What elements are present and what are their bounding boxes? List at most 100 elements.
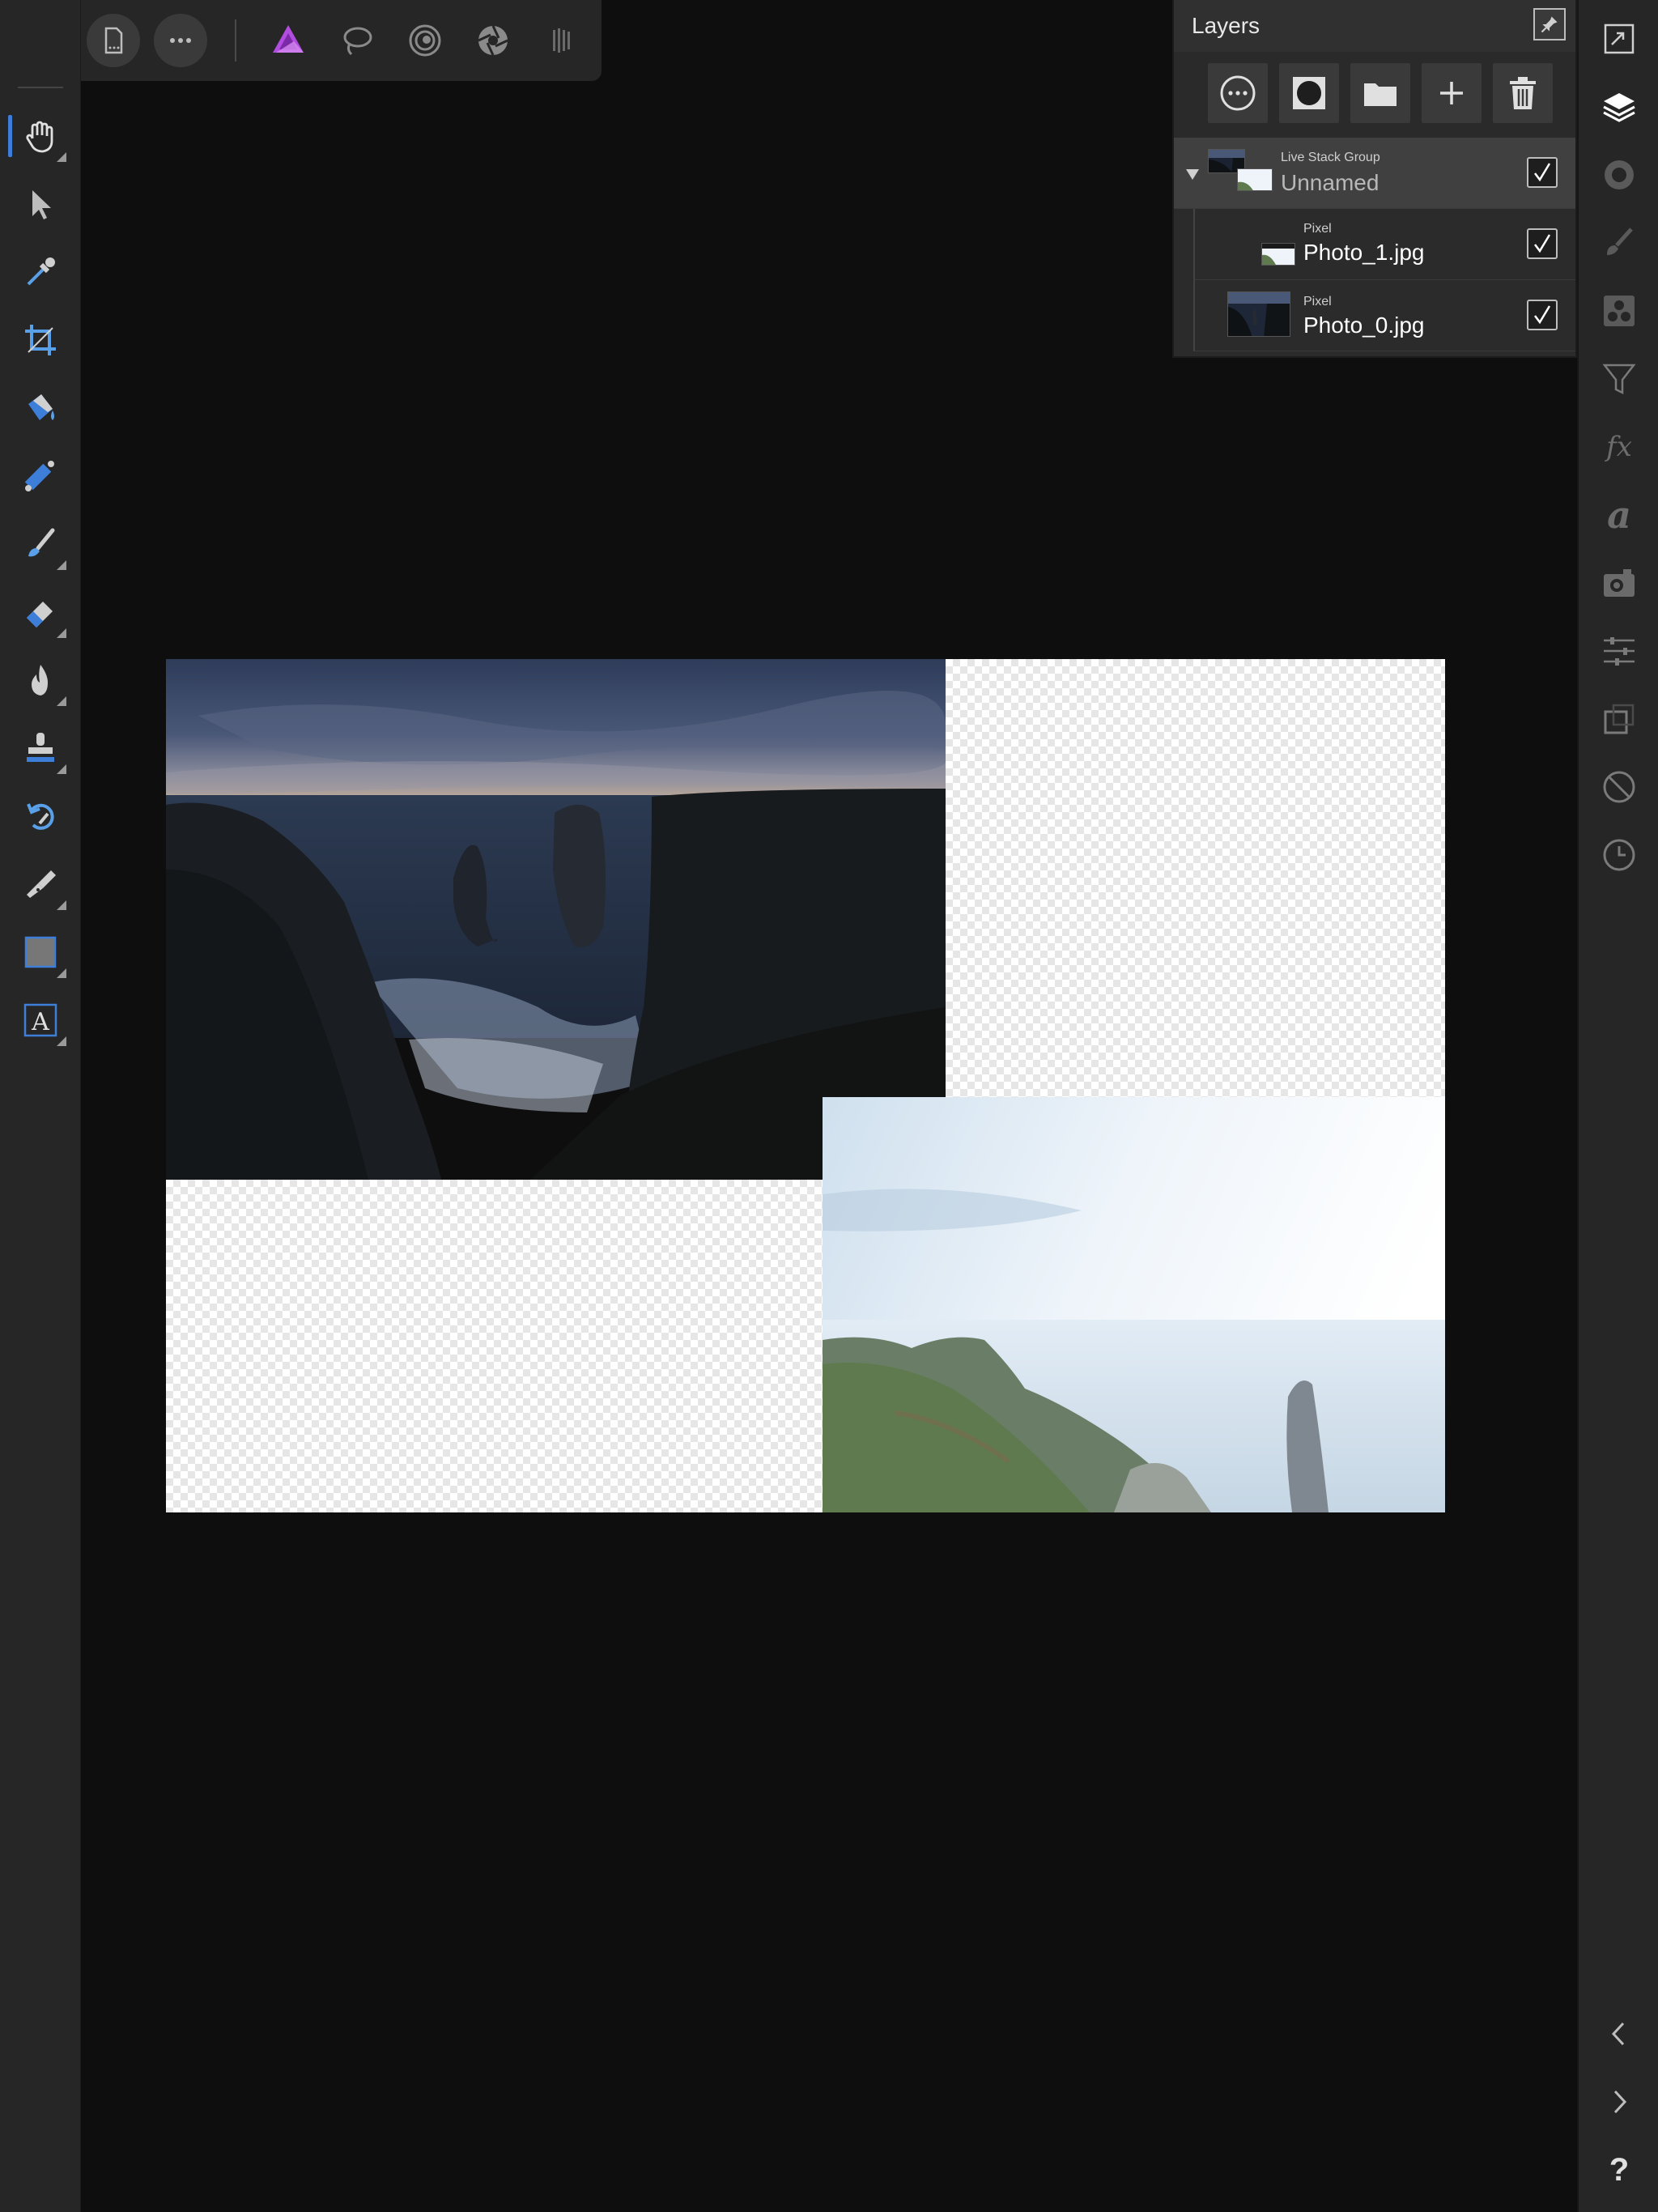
fx-icon: fx	[1606, 431, 1632, 463]
document-canvas[interactable]	[166, 659, 1445, 1512]
checkmark-icon	[1534, 163, 1551, 182]
burn-brush-tool[interactable]	[6, 648, 74, 713]
photo-1-image	[823, 1097, 1445, 1512]
tool-flyout-indicator	[57, 696, 66, 706]
pin-panel-button[interactable]	[1533, 8, 1566, 40]
context-toolbar	[0, 0, 602, 81]
layer-visibility-checkbox[interactable]	[1527, 157, 1558, 188]
photo-0-thumbnail	[1227, 291, 1290, 337]
move-tool[interactable]	[6, 172, 74, 236]
transform-studio-button[interactable]	[1590, 690, 1648, 748]
document-button[interactable]	[87, 14, 140, 67]
camera-icon	[1604, 569, 1635, 597]
layer-row-photo-1[interactable]: Pixel Photo_1.jpg	[1193, 209, 1575, 280]
prohibited-icon	[1603, 771, 1635, 803]
add-mask-button[interactable]	[1279, 63, 1339, 123]
layer-name-label: Photo_0.jpg	[1303, 313, 1425, 338]
colour-wheel-icon	[1605, 160, 1634, 189]
filters-studio-button[interactable]	[1590, 350, 1648, 408]
previous-button[interactable]	[1590, 2005, 1648, 2063]
layers-studio-button[interactable]	[1590, 78, 1648, 136]
pen-nib-icon	[27, 870, 56, 898]
channels-icon	[1604, 296, 1635, 326]
eraser-icon	[27, 602, 53, 627]
liquify-persona-button[interactable]	[328, 11, 386, 70]
channels-studio-button[interactable]	[1590, 282, 1648, 340]
block-studio-button[interactable]	[1590, 758, 1648, 816]
tool-flyout-indicator	[57, 900, 66, 910]
adjustments-studio-button[interactable]	[1590, 622, 1648, 680]
develop-persona-button[interactable]	[396, 11, 454, 70]
help-icon: ?	[1609, 2151, 1630, 2188]
text-frame-icon: A	[23, 1003, 57, 1037]
more-options-button[interactable]	[154, 14, 207, 67]
layer-visibility-checkbox[interactable]	[1527, 300, 1558, 330]
delete-layer-button[interactable]	[1493, 63, 1553, 123]
add-group-button[interactable]	[1350, 63, 1410, 123]
text-styles-studio-button[interactable]: a	[1590, 486, 1648, 544]
pen-tool[interactable]	[6, 852, 74, 917]
color-picker-tool[interactable]	[6, 240, 74, 304]
crop-tool[interactable]	[6, 308, 74, 372]
ellipsis-circle-icon	[1220, 75, 1256, 111]
svg-text:A: A	[31, 1008, 49, 1036]
tools-panel: A	[0, 0, 81, 2212]
studio-panel-bar: fx a ?	[1577, 0, 1658, 2212]
plus-icon	[1440, 82, 1463, 104]
undo-brush-icon	[27, 803, 54, 830]
pointer-arrow-icon	[32, 190, 51, 219]
tone-mapping-persona-button[interactable]	[464, 11, 522, 70]
view-tool[interactable]	[6, 104, 74, 168]
toolbar-separator	[235, 19, 236, 62]
navigator-studio-button[interactable]	[1590, 10, 1648, 68]
paint-brush-tool[interactable]	[6, 512, 74, 576]
colour-studio-button[interactable]	[1590, 146, 1648, 204]
layer-row-photo-0[interactable]: Pixel Photo_0.jpg	[1193, 280, 1575, 351]
pin-icon	[1541, 16, 1558, 33]
effects-studio-button[interactable]: fx	[1590, 418, 1648, 476]
flood-fill-tool[interactable]	[6, 376, 74, 440]
funnel-icon	[1602, 364, 1636, 395]
undo-brush-tool[interactable]	[6, 784, 74, 849]
tool-flyout-indicator	[57, 1036, 66, 1046]
layers-panel-title: Layers	[1192, 13, 1261, 38]
rectangle-icon	[24, 936, 57, 968]
tool-flyout-indicator	[57, 628, 66, 638]
aperture-icon	[478, 25, 508, 56]
layer-row-live-stack-group[interactable]: Live Stack Group Unnamed	[1174, 138, 1575, 209]
layer-type-label: Pixel	[1303, 295, 1332, 308]
hand-icon	[26, 121, 53, 153]
transparent-area-bottom-left	[166, 1180, 823, 1512]
next-button[interactable]	[1590, 2073, 1648, 2131]
chevron-left-icon	[1611, 2022, 1625, 2046]
shape-tool[interactable]	[6, 920, 74, 985]
export-slices-icon	[553, 28, 570, 53]
export-persona-button[interactable]	[532, 11, 590, 70]
eyedropper-icon	[27, 257, 55, 286]
layer-options-button[interactable]	[1208, 63, 1268, 123]
history-studio-button[interactable]	[1590, 826, 1648, 884]
layer-visibility-checkbox[interactable]	[1527, 228, 1558, 259]
sliders-icon	[1604, 637, 1635, 666]
stock-studio-button[interactable]	[1590, 554, 1648, 612]
checkmark-icon	[1534, 305, 1551, 325]
flame-icon	[32, 665, 48, 696]
brushes-studio-button[interactable]	[1590, 214, 1648, 272]
photo-persona-button[interactable]	[259, 11, 317, 70]
gradient-tool[interactable]	[6, 444, 74, 508]
layer-type-label: Live Stack Group	[1281, 151, 1380, 164]
layer-actions-bar	[1174, 52, 1575, 138]
disclosure-triangle-icon[interactable]	[1184, 165, 1201, 183]
checkmark-icon	[1534, 234, 1551, 253]
brush-icon	[1607, 228, 1633, 255]
clone-brush-tool[interactable]	[6, 716, 74, 781]
erase-brush-tool[interactable]	[6, 580, 74, 644]
document-icon	[104, 27, 123, 54]
text-tool[interactable]: A	[6, 988, 74, 1053]
help-button[interactable]: ?	[1590, 2141, 1648, 2199]
paintbrush-icon	[28, 528, 55, 557]
layers-panel: Layers Live Stack Group Unnamed Pixel Ph…	[1172, 0, 1577, 358]
ellipsis-icon	[170, 38, 191, 43]
add-layer-button[interactable]	[1422, 63, 1482, 123]
mask-icon	[1293, 77, 1325, 109]
